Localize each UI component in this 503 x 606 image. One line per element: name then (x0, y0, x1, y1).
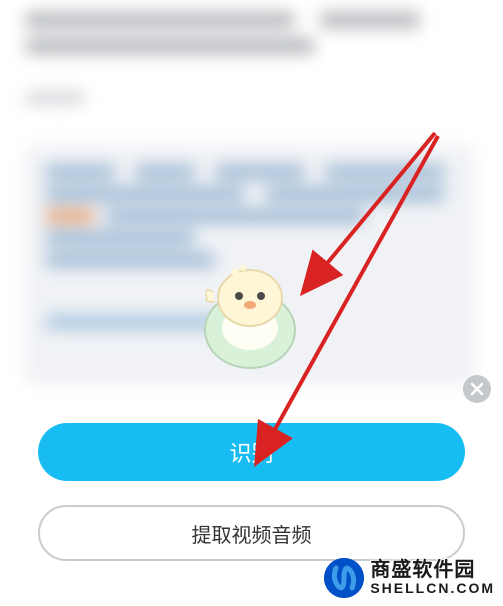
recognize-button[interactable]: 识别 (38, 423, 465, 481)
close-button[interactable] (463, 375, 491, 403)
extract-button-label: 提取视频音频 (192, 519, 312, 548)
watermark: 商盛软件园 SHELLCN.COM (324, 558, 495, 598)
watermark-logo-icon (324, 558, 364, 598)
recognize-button-label: 识别 (229, 436, 273, 468)
close-icon (470, 382, 484, 396)
extract-button[interactable]: 提取视频音频 (38, 505, 465, 561)
watermark-url: SHELLCN.COM (370, 581, 495, 596)
watermark-title: 商盛软件园 (370, 559, 495, 581)
button-container: 识别 提取视频音频 (0, 423, 503, 561)
mascot-icon (185, 250, 315, 380)
